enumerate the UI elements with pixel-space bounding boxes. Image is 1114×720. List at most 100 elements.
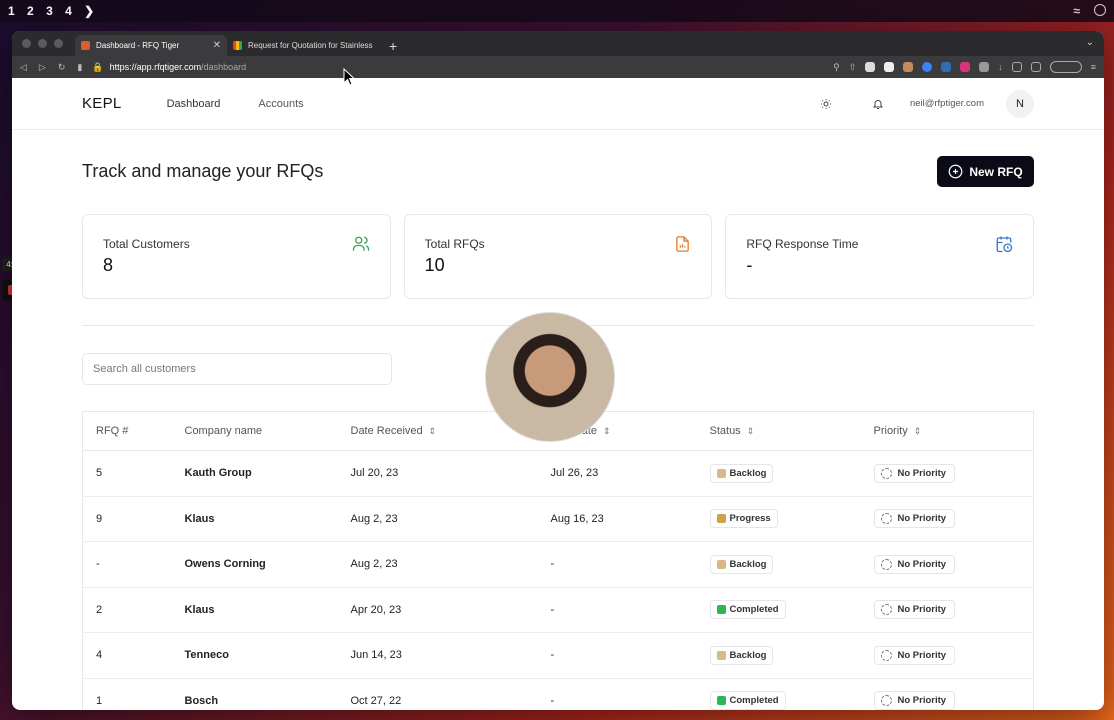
status-badge[interactable]: Backlog (709, 554, 774, 574)
date-received: Oct 27, 22 (337, 678, 538, 710)
sort-icon[interactable]: ⇕ (747, 426, 755, 436)
box-icon (716, 468, 726, 478)
stat-label: Total Customers (103, 237, 190, 251)
nav-link-accounts[interactable]: Accounts (258, 98, 303, 110)
back-icon[interactable]: ◁ (20, 62, 27, 73)
priority-badge[interactable]: No Priority (873, 691, 956, 710)
search-input[interactable] (82, 353, 392, 385)
priority-badge[interactable]: No Priority (873, 463, 956, 483)
dashed-circle-icon (880, 513, 892, 525)
box-icon (716, 559, 726, 569)
zoom-icon[interactable]: ⚲ (833, 62, 840, 73)
wifi-icon[interactable]: ≈ (1073, 4, 1080, 18)
webcam-overlay (485, 312, 615, 442)
bookmark-icon[interactable]: ▮ (77, 62, 82, 73)
user-email[interactable]: neil@rfptiger.com (910, 98, 984, 109)
new-rfq-button[interactable]: New RFQ (937, 156, 1034, 187)
share-icon[interactable]: ⇧ (849, 62, 857, 73)
space-1[interactable]: 1 (8, 4, 15, 18)
sort-icon[interactable]: ⇕ (914, 426, 922, 436)
check-icon (716, 696, 726, 706)
chevron-right-icon[interactable]: ❯ (84, 4, 94, 18)
extension-icon[interactable] (903, 62, 914, 72)
date-received: Jul 20, 23 (337, 450, 538, 497)
space-3[interactable]: 3 (46, 4, 53, 18)
extension-icon[interactable] (941, 62, 952, 72)
rfq-number: 2 (82, 587, 172, 633)
space-4[interactable]: 4 (65, 4, 72, 18)
due-date: - (537, 587, 697, 633)
chevron-down-icon[interactable]: ⌄ (1086, 37, 1094, 48)
avatar[interactable]: N (1006, 89, 1034, 118)
status-badge[interactable]: Completed (709, 600, 786, 620)
column-header-company[interactable]: Company name (171, 411, 338, 451)
extension-icon[interactable] (884, 62, 895, 72)
forward-icon[interactable]: ▷ (39, 62, 46, 73)
tab-title: Dashboard - RFQ Tiger (96, 41, 180, 50)
date-received: Aug 2, 23 (337, 496, 538, 542)
download-icon[interactable]: ↓ (998, 62, 1003, 72)
plus-circle-icon (948, 164, 963, 179)
priority-badge[interactable]: No Priority (873, 600, 956, 620)
bell-icon[interactable] (868, 94, 888, 114)
priority-badge[interactable]: No Priority (873, 554, 956, 574)
extension-icon[interactable] (960, 62, 971, 72)
reload-icon[interactable]: ↻ (58, 62, 66, 73)
dashed-circle-icon (880, 649, 892, 661)
puzzle-icon[interactable] (979, 62, 990, 72)
company-name: Kauth Group (171, 450, 338, 497)
extension-icon[interactable] (922, 62, 933, 72)
brand-logo[interactable]: KEPL (82, 95, 122, 112)
status-badge[interactable]: Backlog (709, 645, 774, 665)
lock-icon: 🔒 (92, 61, 104, 72)
due-date: Aug 16, 23 (537, 496, 697, 542)
calendar-clock-icon (996, 236, 1013, 253)
due-date: - (537, 541, 697, 588)
rfq-number: 5 (82, 450, 172, 497)
tab-rfq-email[interactable]: Request for Quotation for Stainless (227, 35, 379, 56)
window-controls (22, 31, 63, 56)
sort-icon[interactable]: ⇕ (429, 426, 437, 436)
status-badge[interactable]: Completed (709, 691, 786, 710)
table-row[interactable]: - Owens Corning Aug 2, 23 - Backlog No P… (82, 541, 1034, 588)
sidebar-icon[interactable] (1011, 62, 1022, 72)
priority-badge[interactable]: No Priority (873, 645, 956, 665)
column-header-priority[interactable]: Priority ⇕ (860, 411, 1034, 451)
page-title: Track and manage your RFQs (82, 161, 324, 181)
brave-shield-icon[interactable] (865, 62, 876, 72)
minimize-window-button[interactable] (38, 39, 47, 48)
rfq-table: RFQ # Company name Date Received⇕ Due Da… (82, 411, 1034, 710)
maximize-window-button[interactable] (54, 39, 63, 48)
table-row[interactable]: 2 Klaus Apr 20, 23 - Completed No Priori… (82, 587, 1034, 633)
table-row[interactable]: 9 Klaus Aug 2, 23 Aug 16, 23 Progress No… (82, 496, 1034, 542)
tab-title: Request for Quotation for Stainless (248, 41, 373, 50)
table-row[interactable]: 4 Tenneco Jun 14, 23 - Backlog No Priori… (82, 632, 1034, 679)
users-icon (352, 236, 369, 251)
due-date: Jul 26, 23 (537, 450, 697, 497)
sort-icon[interactable]: ⇕ (603, 426, 611, 436)
nav-link-dashboard[interactable]: Dashboard (167, 98, 221, 110)
url-field[interactable]: 🔒 https://app.rfqtiger.com/dashboard (92, 62, 246, 73)
profile-toggle[interactable] (1049, 61, 1082, 73)
stat-value: - (746, 255, 753, 275)
tab-dashboard[interactable]: Dashboard - RFQ Tiger ✕ (75, 35, 227, 56)
close-tab-icon[interactable]: ✕ (213, 40, 221, 51)
status-badge[interactable]: Progress (709, 509, 778, 529)
column-header-status[interactable]: Status ⇕ (696, 411, 861, 451)
column-header-rfq[interactable]: RFQ # (82, 411, 172, 451)
priority-badge[interactable]: No Priority (873, 509, 956, 529)
menu-icon[interactable]: ≡ (1091, 62, 1096, 72)
space-2[interactable]: 2 (27, 4, 34, 18)
new-tab-button[interactable]: + (389, 35, 397, 56)
sun-icon[interactable] (816, 94, 836, 114)
control-center-icon[interactable] (1094, 4, 1106, 16)
table-row[interactable]: 1 Bosch Oct 27, 22 - Completed No Priori… (82, 678, 1034, 710)
close-window-button[interactable] (22, 39, 31, 48)
dashed-circle-icon (880, 695, 892, 707)
stat-value: 10 (424, 255, 445, 275)
top-navigation: KEPL Dashboard Accounts neil@rfptiger.co… (12, 78, 1104, 130)
wallet-icon[interactable] (1030, 62, 1041, 72)
space-switcher[interactable]: 1 2 3 4 ❯ (8, 4, 103, 18)
table-row[interactable]: 5 Kauth Group Jul 20, 23 Jul 26, 23 Back… (82, 450, 1034, 497)
status-badge[interactable]: Backlog (709, 463, 774, 483)
